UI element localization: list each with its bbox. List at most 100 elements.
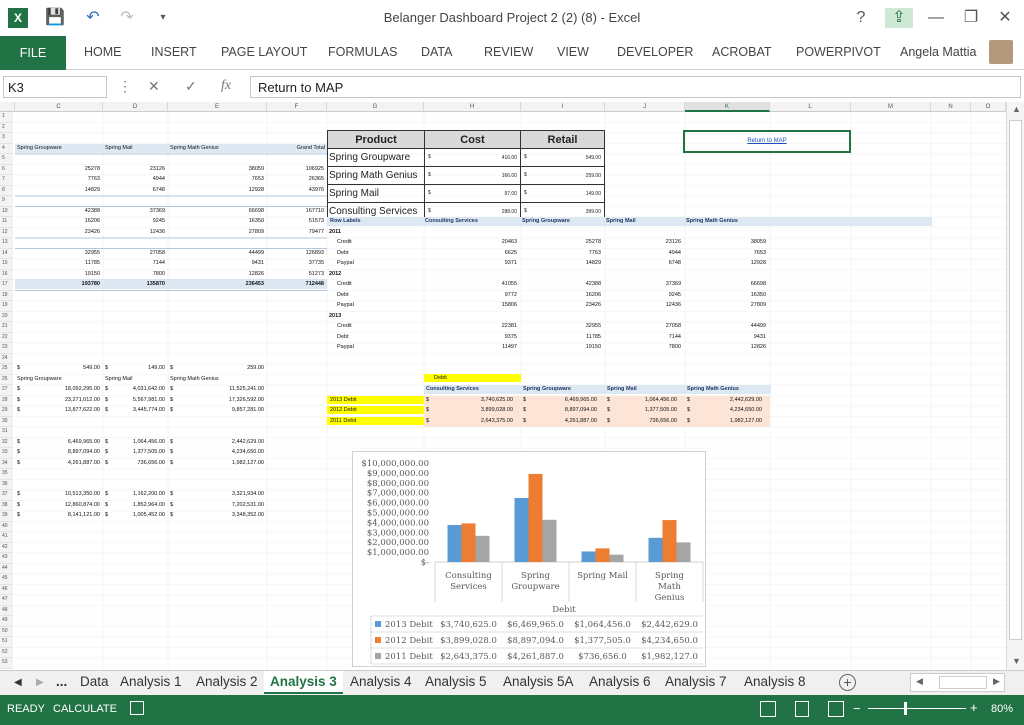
- row-header[interactable]: 46: [0, 584, 13, 595]
- row-header[interactable]: 5: [0, 154, 13, 165]
- left-value[interactable]: 23126: [105, 165, 165, 173]
- normal-view-icon[interactable]: [760, 701, 776, 717]
- tab-view[interactable]: VIEW: [557, 45, 589, 59]
- column-header-k[interactable]: K: [685, 102, 770, 112]
- pivot-value[interactable]: 7653: [687, 249, 766, 257]
- money-value[interactable]: 6,469,965.00: [17, 438, 100, 446]
- debit-value[interactable]: 2,442,629.00: [687, 396, 762, 404]
- money-value[interactable]: 2,442,629.00: [170, 438, 264, 446]
- restore-button[interactable]: ❐: [960, 8, 982, 28]
- sheet-tab[interactable]: Analysis 4: [350, 674, 412, 689]
- tab-formulas[interactable]: FORMULAS: [328, 45, 397, 59]
- row-header[interactable]: 21: [0, 322, 13, 333]
- row-header[interactable]: 27: [0, 385, 13, 396]
- left-value[interactable]: 79477: [269, 228, 324, 236]
- tab-file[interactable]: FILE: [0, 36, 66, 70]
- row-header[interactable]: 12: [0, 227, 13, 238]
- row-header[interactable]: 32: [0, 437, 13, 448]
- debit-value[interactable]: 1,377,505.00: [607, 406, 677, 414]
- row-header[interactable]: 2: [0, 122, 13, 133]
- money-value[interactable]: 1,852,964.00: [105, 501, 165, 509]
- money-value[interactable]: 1,377,505.00: [105, 448, 165, 456]
- pivot-header[interactable]: Row Labels: [330, 217, 421, 225]
- pivot-row-label[interactable]: Credit: [337, 280, 417, 288]
- page-break-view-icon[interactable]: [828, 701, 844, 717]
- avatar[interactable]: [989, 40, 1013, 64]
- pivot-row-label[interactable]: Paypal: [337, 343, 417, 351]
- pivot-value[interactable]: 66698: [687, 280, 766, 288]
- name-box[interactable]: K3: [3, 76, 107, 98]
- row-header[interactable]: 24: [0, 353, 13, 364]
- row-header[interactable]: 18: [0, 290, 13, 301]
- row-header[interactable]: 44: [0, 563, 13, 574]
- tab-data[interactable]: DATA: [421, 45, 452, 59]
- product-header[interactable]: Spring Groupware: [17, 375, 101, 383]
- help-button[interactable]: ?: [850, 8, 872, 28]
- sheet-tab[interactable]: Analysis 8: [744, 674, 806, 689]
- money-value[interactable]: 3,445,774.00: [105, 406, 165, 414]
- price-value[interactable]: 259.00: [170, 364, 264, 372]
- insert-function-icon[interactable]: fx: [221, 78, 231, 94]
- money-value[interactable]: 18,092,295.00: [17, 385, 100, 393]
- left-value[interactable]: 37369: [105, 207, 165, 215]
- row-header[interactable]: 33: [0, 448, 13, 459]
- debit-value[interactable]: 4,234,650.00: [687, 406, 762, 414]
- debit-value[interactable]: 2,643,375.00: [426, 417, 513, 425]
- column-header-h[interactable]: H: [424, 102, 521, 112]
- left-value[interactable]: 51273: [269, 270, 324, 278]
- debit-value[interactable]: 3,740,625.00: [426, 396, 513, 404]
- row-header[interactable]: 45: [0, 574, 13, 585]
- left-value[interactable]: 26365: [269, 175, 324, 183]
- row-header[interactable]: 53: [0, 658, 13, 669]
- hscroll-thumb[interactable]: [939, 676, 987, 689]
- debit-label[interactable]: Debit: [424, 373, 521, 382]
- pivot-value[interactable]: 12928: [687, 259, 766, 267]
- debit-chart[interactable]: $10,000,000.00 $9,000,000.00 $8,000,000.00…: [352, 451, 706, 667]
- row-header[interactable]: 3: [0, 133, 13, 144]
- left-header[interactable]: Spring Mail: [105, 144, 166, 152]
- pivot-value[interactable]: 4944: [607, 249, 681, 257]
- pivot-row-label[interactable]: Debt: [337, 291, 417, 299]
- sheet-tab[interactable]: Data: [80, 674, 109, 689]
- row-header[interactable]: 19: [0, 301, 13, 312]
- pivot-row-label[interactable]: Debt: [337, 333, 417, 341]
- money-value[interactable]: 5,567,981.00: [105, 396, 165, 404]
- row-header[interactable]: 14: [0, 248, 13, 259]
- scroll-up-icon[interactable]: ▲: [1012, 104, 1021, 114]
- row-header[interactable]: 23: [0, 343, 13, 354]
- sheet-tab[interactable]: Analysis 1: [120, 674, 182, 689]
- money-value[interactable]: 11,525,241.00: [170, 385, 264, 393]
- pivot-value[interactable]: 9375: [426, 333, 517, 341]
- row-header[interactable]: 4: [0, 143, 13, 154]
- left-value[interactable]: 11785: [17, 259, 100, 267]
- money-value[interactable]: 7,202,531.00: [170, 501, 264, 509]
- row-header[interactable]: 52: [0, 647, 13, 658]
- pivot-value[interactable]: 12436: [607, 301, 681, 309]
- grand-total[interactable]: 135870: [105, 280, 165, 288]
- debit-value[interactable]: 736,656.00: [607, 417, 677, 425]
- row-header[interactable]: 9: [0, 196, 13, 207]
- formula-input[interactable]: Return to MAP: [250, 76, 1021, 98]
- pivot-row-label[interactable]: Credit: [337, 322, 417, 330]
- left-value[interactable]: 43976: [269, 186, 324, 194]
- left-value[interactable]: 16206: [17, 217, 100, 225]
- pivot-value[interactable]: 6625: [426, 249, 517, 257]
- tab-acrobat[interactable]: ACROBAT: [712, 45, 772, 59]
- pivot-value[interactable]: 16206: [523, 291, 601, 299]
- row-header[interactable]: 6: [0, 164, 13, 175]
- pivot-value[interactable]: 11497: [426, 343, 517, 351]
- column-header-c[interactable]: C: [15, 102, 103, 112]
- money-value[interactable]: 23,271,012.00: [17, 396, 100, 404]
- left-value[interactable]: 16350: [170, 217, 264, 225]
- sheet-tab[interactable]: Analysis 6: [589, 674, 651, 689]
- row-header[interactable]: 11: [0, 217, 13, 228]
- debit-row-label[interactable]: 2012 Debit: [327, 406, 424, 414]
- row-header[interactable]: 1: [0, 112, 13, 123]
- pivot-value[interactable]: 19150: [523, 343, 601, 351]
- pivot-row-label[interactable]: Paypal: [337, 301, 417, 309]
- tab-home[interactable]: HOME: [84, 45, 122, 59]
- left-value[interactable]: 19150: [17, 270, 100, 278]
- left-value[interactable]: 12928: [170, 186, 264, 194]
- tab-powerpivot[interactable]: POWERPIVOT: [796, 45, 881, 59]
- money-value[interactable]: 8,897,094.00: [17, 448, 100, 456]
